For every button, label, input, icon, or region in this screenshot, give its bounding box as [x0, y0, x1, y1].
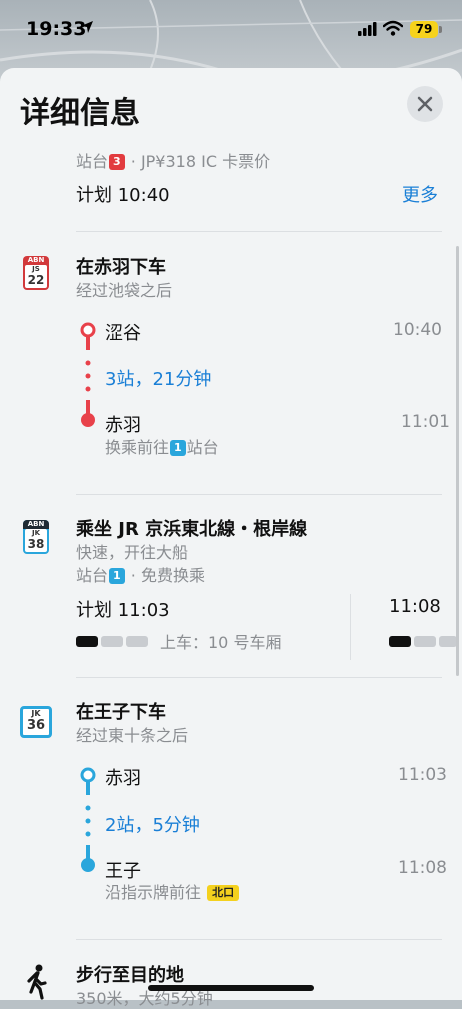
fare-price: · JP¥318 IC 卡票价 — [130, 152, 271, 171]
badge-top: ABN — [23, 520, 49, 529]
platform-prefix: 站台 — [76, 566, 109, 585]
step-title: 在王子下车 — [76, 702, 166, 723]
details-sheet: 详细信息 站台 3 · JP¥318 IC 卡票价 计划 10:40 更多 ABN… — [0, 68, 462, 1008]
battery-indicator: 79 — [410, 21, 438, 38]
route-line-blue — [80, 767, 96, 872]
step-title: 步行至目的地 — [76, 965, 184, 986]
badge-number: 36 — [26, 718, 46, 733]
arrival-time: 11:08 — [398, 858, 447, 878]
platform-badge: 1 — [170, 440, 186, 456]
scrollbar[interactable] — [456, 246, 459, 676]
station-badge-jk36: JK 36 — [20, 706, 52, 738]
fare-info: 站台 3 · JP¥318 IC 卡票价 — [76, 148, 270, 172]
station-badge-js22: ABN JS 22 — [23, 256, 49, 290]
badge-number: 38 — [27, 537, 45, 551]
status-time: 19:33 — [26, 18, 87, 40]
plan-departure[interactable]: 计划 11:03 — [76, 596, 170, 622]
close-button[interactable] — [407, 86, 443, 122]
home-indicator[interactable] — [148, 985, 314, 991]
wifi-icon — [383, 20, 403, 36]
battery-tip — [439, 26, 442, 33]
platform-info: 站台 1 · 免费换乘 — [76, 562, 205, 586]
divider — [76, 494, 442, 495]
train-car-icon — [414, 636, 436, 647]
station-from: 涩谷 — [105, 323, 141, 344]
close-icon — [417, 96, 433, 112]
stops-summary[interactable]: 3站，21分钟 — [105, 365, 211, 391]
station-from: 赤羽 — [105, 768, 141, 789]
exit-info: 沿指示牌前往 北口 — [105, 879, 240, 903]
page-title: 详细信息 — [20, 96, 140, 131]
station-badge-jk38: ABN JK 38 — [23, 520, 49, 554]
train-car-icon — [126, 636, 148, 647]
badge-body: JS 22 — [25, 265, 47, 288]
stops-summary[interactable]: 2站，5分钟 — [105, 811, 200, 837]
divider — [76, 231, 442, 232]
train-cars — [76, 631, 151, 650]
fare-platform-prefix: 站台 — [76, 152, 109, 171]
train-car-highlight-icon — [76, 636, 98, 647]
arrival-time: 11:01 — [401, 412, 450, 432]
badge-body: JK 38 — [25, 529, 47, 552]
divider — [76, 939, 442, 940]
boarding-info: 上车：10 号车厢 — [160, 633, 282, 652]
transfer-info: 换乘前往 1 站台 — [105, 434, 219, 458]
train-car-icon — [439, 636, 457, 647]
walking-person-icon — [27, 964, 47, 1000]
platform-badge: 3 — [109, 154, 125, 170]
train-cars-next — [389, 631, 457, 650]
cellular-signal-icon — [358, 22, 377, 36]
transfer-suffix: 站台 — [186, 438, 219, 457]
step-subtitle: 快速，开往大船 — [76, 543, 189, 562]
transfer-prefix: 换乘前往 — [105, 438, 170, 457]
step-title: 乘坐 JR 京浜東北線・根岸線 — [76, 519, 308, 540]
badge-number: 22 — [27, 273, 45, 287]
platform-suffix: · 免费换乘 — [130, 566, 205, 585]
badge-code: JS — [32, 265, 40, 273]
exit-badge: 北口 — [207, 885, 240, 901]
badge-code: JK — [31, 529, 41, 537]
step-subtitle: 经过池袋之后 — [76, 281, 173, 300]
location-arrow-icon — [81, 21, 93, 33]
more-link[interactable]: 更多 — [402, 181, 438, 207]
exit-prefix: 沿指示牌前往 — [105, 883, 202, 902]
badge-top: ABN — [27, 256, 45, 264]
next-departure[interactable]: 11:08 — [389, 596, 441, 617]
platform-badge: 1 — [109, 568, 125, 584]
status-bar: 19:33 79 — [0, 0, 462, 60]
vertical-divider — [350, 594, 351, 660]
train-car-highlight-icon — [389, 636, 411, 647]
route-line-red — [80, 322, 96, 427]
plan-time: 计划 10:40 — [76, 185, 170, 206]
step-title: 在赤羽下车 — [76, 257, 166, 278]
step-subtitle: 经过東十条之后 — [76, 726, 189, 745]
train-car-icon — [101, 636, 123, 647]
departure-time: 10:40 — [393, 320, 442, 340]
divider — [76, 677, 442, 678]
departure-time: 11:03 — [398, 765, 447, 785]
